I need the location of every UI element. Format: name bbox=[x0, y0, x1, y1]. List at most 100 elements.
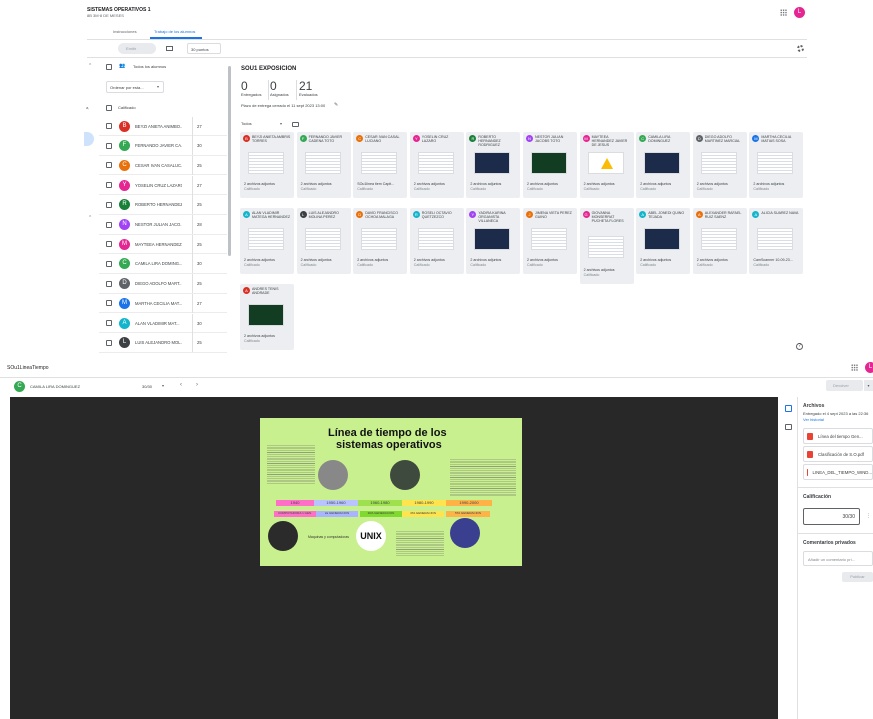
next-student-icon[interactable]: › bbox=[196, 382, 198, 389]
attachment-thumbnail[interactable] bbox=[304, 152, 341, 174]
student-score[interactable]: 30 bbox=[192, 136, 202, 156]
table-row[interactable]: D DIEGO ADOLFO MART... 25 bbox=[99, 274, 227, 294]
viewer-account-avatar[interactable]: L bbox=[865, 362, 873, 373]
table-row[interactable]: F FERNANDO JAVIER CA... 30 bbox=[99, 136, 227, 156]
attachment-thumbnail[interactable] bbox=[417, 228, 454, 250]
attachment-thumbnail[interactable] bbox=[531, 228, 567, 250]
submission-card[interactable]: D David Francisco Ochoa Malaga 2 archivos … bbox=[353, 208, 408, 274]
list-scrollbar[interactable] bbox=[228, 66, 231, 256]
edit-icon[interactable]: ✎ bbox=[334, 102, 338, 108]
student-score[interactable]: 25 bbox=[192, 155, 202, 175]
table-row[interactable]: C CAMILA LIRA DOMING... 30 bbox=[99, 254, 227, 274]
submission-card[interactable]: Y YADIRA KARINA ORGANISTA VILLANECA 2 arch… bbox=[466, 208, 521, 274]
row-checkbox[interactable] bbox=[106, 280, 112, 287]
attachment-thumbnail[interactable] bbox=[474, 152, 511, 174]
publish-button[interactable]: Publicar bbox=[842, 572, 873, 582]
submission-card[interactable]: Y YOSELIN CRUZ LAZARO 2 archivos adjuntos C… bbox=[409, 132, 464, 198]
folder-icon[interactable] bbox=[292, 122, 299, 127]
student-score[interactable]: 25 bbox=[192, 333, 202, 353]
collapse-icon[interactable]: ⌃ bbox=[88, 63, 92, 69]
graded-group-checkbox[interactable] bbox=[106, 105, 112, 111]
history-link[interactable]: Ver historial bbox=[803, 417, 824, 422]
student-score[interactable]: 30 bbox=[192, 313, 202, 333]
table-row[interactable]: R ROBERTO HERNANDEZ... 25 bbox=[99, 195, 227, 215]
attachment-thumbnail[interactable] bbox=[644, 228, 681, 250]
student-select-chevron-icon[interactable]: ▾ bbox=[162, 383, 164, 388]
submission-card[interactable]: B BEYZI ANIETA AMBRIS TORRES 2 archivos ad… bbox=[240, 132, 294, 198]
settings-icon[interactable] bbox=[797, 45, 804, 52]
table-row[interactable]: L LUIS ALEJANDRO MOL... 25 bbox=[99, 333, 227, 353]
file-item[interactable]: Línea del tiempo Gen... bbox=[803, 428, 873, 444]
row-checkbox[interactable] bbox=[106, 241, 112, 248]
select-all-checkbox[interactable] bbox=[106, 64, 112, 70]
submission-card[interactable]: R ROBERTO HERNANDEZ RODRIGUEZ 2 archivos a… bbox=[466, 132, 521, 198]
tab-instrucciones[interactable]: Instrucciones bbox=[113, 29, 137, 34]
attachment-thumbnail[interactable] bbox=[474, 228, 511, 250]
submission-card[interactable]: L LUIS ALEJANDRO MOLINA PEREZ 2 archivos a… bbox=[296, 208, 351, 274]
table-row[interactable]: M MARTHA CECILIA MAT... 27 bbox=[99, 293, 227, 314]
row-checkbox[interactable] bbox=[106, 320, 112, 326]
submission-card[interactable]: C CAMILA LIRA DOMINGUEZ 2 archivos adjunto… bbox=[636, 132, 691, 198]
expand-icon[interactable]: ⌃ bbox=[88, 215, 92, 221]
student-score[interactable]: 30 bbox=[192, 254, 202, 274]
table-row[interactable]: C CESAR IVAN CASALUC... 25 bbox=[99, 155, 227, 176]
table-row[interactable]: A ALAN VLADIMIR MAT... 30 bbox=[99, 313, 227, 333]
student-score[interactable]: 25 bbox=[192, 234, 202, 254]
attachment-thumbnail[interactable] bbox=[700, 228, 737, 250]
submission-card[interactable]: R ROSELI OCTAVIO QUETZEZCO 2 archivos adju… bbox=[409, 208, 464, 274]
submission-card[interactable]: F FERNANDO JAVIER CADENA TOTO 2 archivos a… bbox=[296, 132, 351, 198]
student-score[interactable]: 27 bbox=[192, 116, 202, 136]
attachment-thumbnail[interactable] bbox=[587, 152, 624, 174]
account-avatar[interactable]: L bbox=[794, 7, 805, 18]
help-icon[interactable]: ? bbox=[796, 343, 803, 350]
row-checkbox[interactable] bbox=[106, 221, 112, 228]
row-checkbox[interactable] bbox=[106, 260, 112, 267]
file-item[interactable]: LINEA_DEL_TIEMPO_WIND... bbox=[803, 464, 873, 480]
submission-card[interactable]: A ALAN VLADIMIR MATEGA HERNANDEZ 2 archivo… bbox=[240, 208, 294, 274]
row-checkbox[interactable] bbox=[106, 142, 112, 149]
student-score[interactable]: 25 bbox=[192, 274, 202, 294]
file-list-icon[interactable] bbox=[785, 405, 792, 412]
submission-card[interactable]: D DIEGO ADOLFO MARTINEZ MARCIAL 2 archivos… bbox=[692, 132, 747, 198]
submission-card[interactable]: A ALEXANDER RAFAEL RUIZ SAENZ 2 archivos a… bbox=[692, 208, 747, 274]
attachment-thumbnail[interactable] bbox=[361, 152, 398, 174]
attachment-thumbnail[interactable] bbox=[757, 228, 794, 250]
attachment-thumbnail[interactable] bbox=[248, 304, 284, 326]
viewer-apps-icon[interactable] bbox=[851, 364, 858, 371]
table-row[interactable]: Y YOSELIN CRUZ LAZARO 27 bbox=[99, 175, 227, 196]
submission-card[interactable]: M MAYTEEA HERNANDEZ JAVIER DE JESUS 2 arch… bbox=[579, 132, 634, 198]
submission-card[interactable]: N NESTOR JULIAN JACOBS TOTO 2 archivos adj… bbox=[523, 132, 577, 198]
return-button[interactable]: Emitir bbox=[118, 43, 156, 54]
comment-icon[interactable] bbox=[785, 424, 792, 430]
attachment-thumbnail[interactable] bbox=[417, 152, 454, 174]
row-checkbox[interactable] bbox=[106, 339, 112, 346]
submission-card[interactable]: G GIOVANNA MONSERRAT PUCHETA FLORES 2 arch… bbox=[579, 208, 634, 284]
submission-card[interactable]: A ANDRES TENIS ANDRADE 2 archivos adjuntos… bbox=[240, 284, 294, 350]
attachment-thumbnail[interactable] bbox=[587, 236, 624, 258]
points-select[interactable]: 30 puntos bbox=[187, 43, 221, 54]
sort-dropdown[interactable]: Ordenar por esta... bbox=[106, 81, 164, 93]
table-row[interactable]: M MAYTEEA HERNANDEZ... 25 bbox=[99, 234, 227, 255]
attachment-thumbnail[interactable] bbox=[304, 228, 341, 250]
apps-icon[interactable] bbox=[780, 9, 787, 16]
submission-card[interactable]: A ALICIA SUAREZ NAVA CamScanner 10-09-23..… bbox=[749, 208, 804, 274]
table-row[interactable]: N NESTOR JULIAN JACO... 28 bbox=[99, 215, 227, 235]
attachment-thumbnail[interactable] bbox=[700, 152, 737, 174]
return-dropdown-icon[interactable]: ▾ bbox=[864, 380, 873, 391]
slide[interactable]: Línea de tiempo de los sistemas operativ… bbox=[260, 418, 522, 566]
file-item[interactable]: Clasificación de S.O.pdf bbox=[803, 446, 873, 462]
row-checkbox[interactable] bbox=[106, 300, 112, 307]
row-checkbox[interactable] bbox=[106, 182, 112, 189]
comment-input[interactable]: Añadir un comentario pri... bbox=[803, 551, 873, 566]
row-checkbox[interactable] bbox=[106, 123, 112, 129]
grade-input[interactable]: 30/30 bbox=[803, 508, 860, 525]
filter-select[interactable]: Todos bbox=[241, 121, 285, 126]
submission-card[interactable]: J JIMENA VIETA PEREZ GUINO 2 archivos adju… bbox=[523, 208, 577, 274]
attachment-thumbnail[interactable] bbox=[531, 152, 567, 174]
submission-card[interactable]: A ABEL JONEDI QUINO TEJADA 2 archivos adju… bbox=[636, 208, 691, 274]
student-score[interactable]: 27 bbox=[192, 175, 202, 195]
attachment-thumbnail[interactable] bbox=[757, 152, 794, 174]
student-score[interactable]: 28 bbox=[192, 215, 202, 234]
prev-student-icon[interactable]: ‹ bbox=[180, 382, 182, 389]
submission-card[interactable]: C CESAR IVAN CASAL LUCIANO SOu1linea tiem … bbox=[353, 132, 408, 198]
